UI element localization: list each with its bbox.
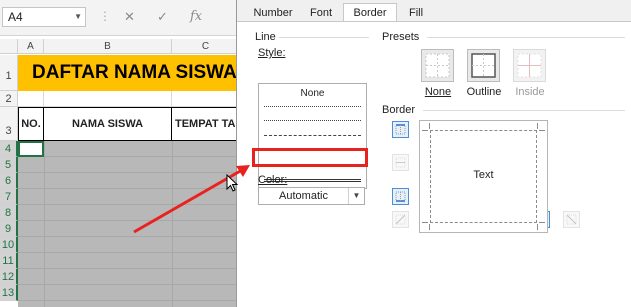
annotation-arrow-icon	[133, 165, 250, 234]
mouse-cursor-icon	[226, 174, 239, 192]
